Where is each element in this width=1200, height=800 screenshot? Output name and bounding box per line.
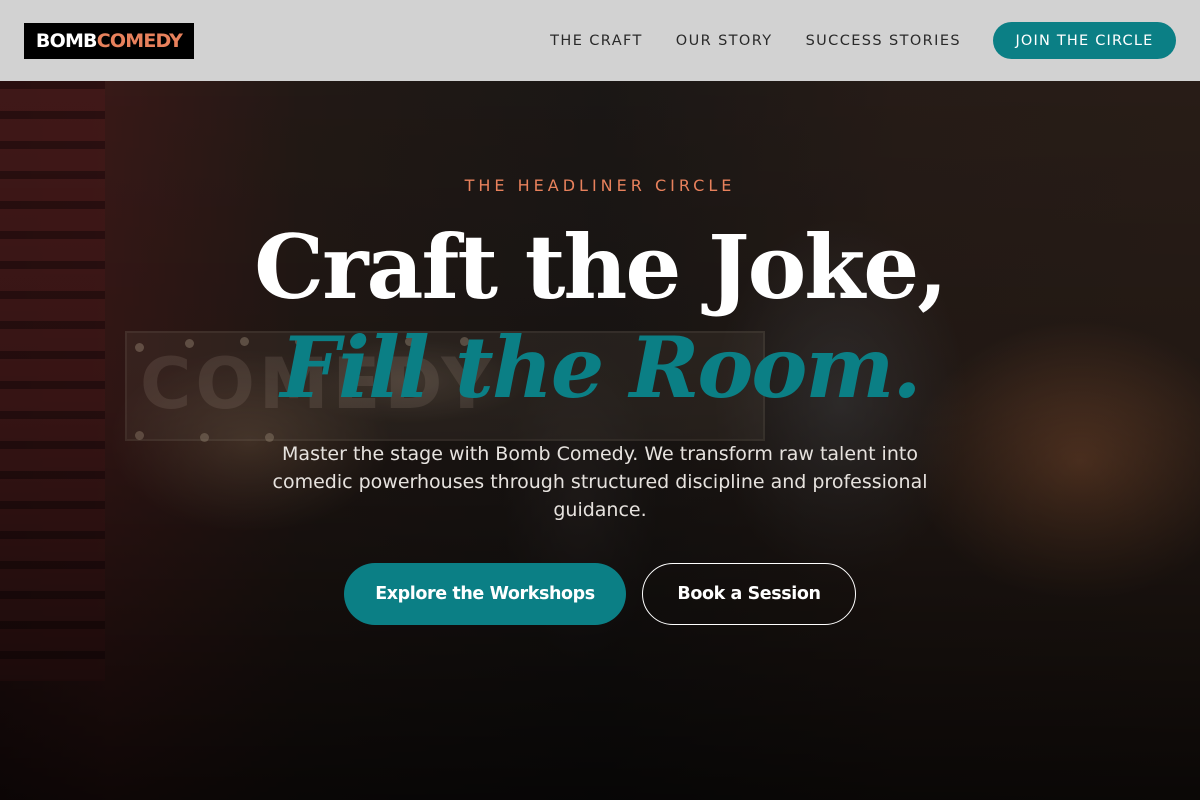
hero-eyebrow: THE HEADLINER CIRCLE <box>464 176 736 195</box>
book-session-button[interactable]: Book a Session <box>642 563 856 625</box>
brand-logo[interactable]: BOMB COMEDY <box>24 22 194 59</box>
hero-headline-line-2: Fill the Room. <box>280 318 921 417</box>
explore-workshops-button[interactable]: Explore the Workshops <box>344 563 626 625</box>
logo-word-comedy: COMEDY <box>96 29 183 52</box>
logo-word-bomb: BOMB <box>35 29 98 52</box>
main-nav: THE CRAFT OUR STORY SUCCESS STORIES JOIN… <box>550 22 1176 59</box>
nav-item-success-stories[interactable]: SUCCESS STORIES <box>806 33 961 49</box>
nav-item-our-story[interactable]: OUR STORY <box>676 33 773 49</box>
join-the-circle-button[interactable]: JOIN THE CIRCLE <box>993 22 1176 59</box>
hero-description: Master the stage with Bomb Comedy. We tr… <box>272 443 928 521</box>
hero-headline-line-1: Craft the Joke, <box>254 215 948 319</box>
nav-item-the-craft[interactable]: THE CRAFT <box>550 33 643 49</box>
site-header: BOMB COMEDY THE CRAFT OUR STORY SUCCESS S… <box>0 0 1200 81</box>
